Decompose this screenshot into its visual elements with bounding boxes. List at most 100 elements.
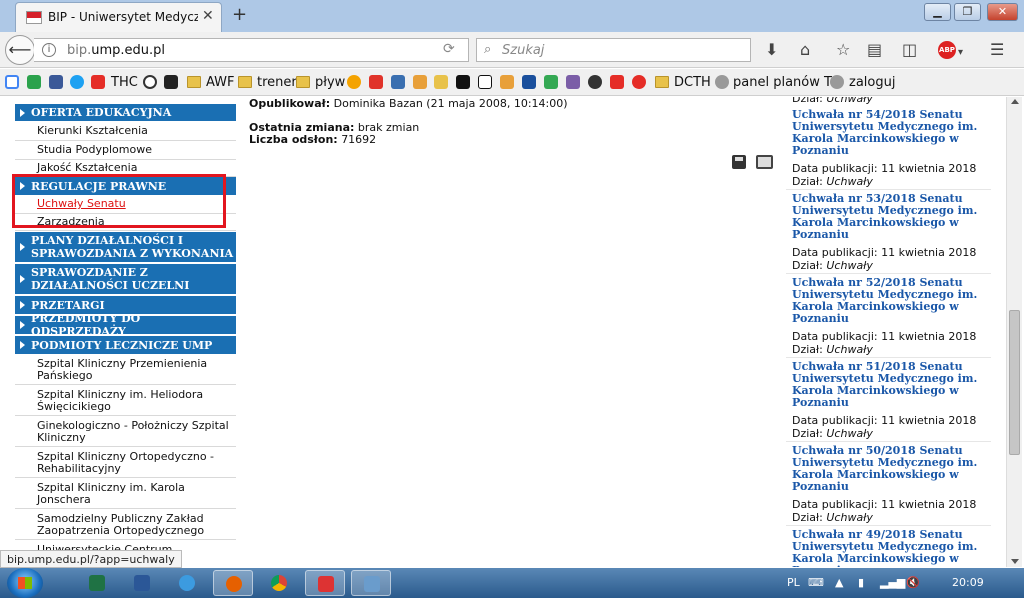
nav-item-zaopatrzenia[interactable]: Samodzielny Publiczny Zakład Zaopatrzeni…: [15, 510, 236, 540]
app-icon[interactable]: [391, 75, 405, 89]
nav-item-szpital-przemienienia[interactable]: Szpital Kliniczny Przemienienia Pańskieg…: [15, 355, 236, 385]
facebook-icon[interactable]: [49, 75, 63, 89]
menu-hamburger-icon[interactable]: ☰: [990, 41, 1004, 59]
google-icon[interactable]: [5, 75, 19, 89]
youtube-icon[interactable]: [610, 75, 624, 89]
nav-category-przedmioty[interactable]: PRZEDMIOTY DO ODSPRZEDAŻY: [15, 312, 236, 338]
reload-icon[interactable]: ⟳: [443, 41, 455, 57]
app-icon[interactable]: [588, 75, 602, 89]
home-icon[interactable]: ⌂: [800, 41, 810, 59]
bookmark-awf[interactable]: AWF: [206, 75, 235, 90]
close-window-button[interactable]: ✕: [987, 3, 1018, 21]
nav-item-szpital-swiecickiego[interactable]: Szpital Kliniczny im. Heliodora Święcici…: [15, 386, 236, 416]
language-indicator[interactable]: PL: [787, 576, 800, 589]
taskbar-word[interactable]: [122, 570, 162, 596]
app-icon[interactable]: [566, 75, 580, 89]
bookmark-thc[interactable]: THC: [111, 75, 138, 90]
nav-item-kierunki[interactable]: Kierunki Kształcenia: [15, 122, 236, 141]
taskbar-ie[interactable]: [167, 570, 207, 596]
battery-icon[interactable]: ▮: [858, 576, 864, 589]
download-icon[interactable]: ⬇: [765, 41, 778, 59]
orange-ball-icon[interactable]: [347, 75, 361, 89]
dept-value: Uchwały: [826, 511, 873, 524]
app-icon[interactable]: [413, 75, 427, 89]
nav-category-sprawozdanie[interactable]: SPRAWOZDANIE Z DZIAŁALNOŚCI UCZELNI: [15, 264, 236, 294]
chrome-icon: [271, 575, 287, 591]
show-hidden-icons-icon[interactable]: ▲: [835, 576, 843, 589]
page-scrollbar[interactable]: [1006, 97, 1022, 567]
nav-item-ortopedyczno[interactable]: Szpital Kliniczny Ortopedyczno - Rehabil…: [15, 448, 236, 478]
site-info-icon[interactable]: i: [42, 43, 56, 57]
nav-item-ginekologiczno[interactable]: Ginekologiczno - Położniczy Szpital Klin…: [15, 417, 236, 447]
app-icon[interactable]: [500, 75, 514, 89]
search-bar[interactable]: ⌕ Szukaj: [476, 38, 751, 62]
resolution-link[interactable]: Uchwała nr 53/2018 Senatu Uniwersytetu M…: [792, 193, 987, 241]
adblock-dropdown-icon[interactable]: ▾: [958, 44, 963, 62]
resolution-date: Data publikacji: 11 kwietnia 2018: [792, 162, 977, 175]
app-icon[interactable]: [522, 75, 536, 89]
scroll-up-arrow-icon[interactable]: [1011, 99, 1019, 104]
app-icon[interactable]: [478, 75, 492, 89]
tab-close-icon[interactable]: ✕: [202, 8, 214, 24]
reading-list-icon[interactable]: ▤: [867, 41, 882, 59]
resolution-link[interactable]: Uchwała nr 54/2018 Senatu Uniwersytetu M…: [792, 109, 987, 157]
bookmark-zaloguj[interactable]: zaloguj: [849, 75, 895, 90]
nav-category-plany[interactable]: PLANY DZIAŁALNOŚCI I SPRAWOZDANIA Z WYKO…: [15, 232, 236, 262]
resolution-link[interactable]: Uchwała nr 49/2018 Senatu Uniwersytetu M…: [792, 529, 987, 568]
taskbar-excel[interactable]: [77, 570, 117, 596]
start-button[interactable]: [7, 568, 43, 598]
bookmark-plyw[interactable]: pływ: [315, 75, 345, 90]
app-icon[interactable]: [434, 75, 448, 89]
taskbar-chrome[interactable]: [259, 570, 299, 596]
resolution-date: Data publikacji: 11 kwietnia 2018: [792, 414, 977, 427]
new-tab-icon[interactable]: +: [232, 4, 247, 25]
back-arrow-icon[interactable]: ⟵: [5, 35, 35, 65]
scroll-thumb[interactable]: [1009, 310, 1020, 455]
dots-icon[interactable]: [369, 75, 383, 89]
save-icon[interactable]: [732, 155, 746, 169]
scroll-down-arrow-icon[interactable]: [1011, 559, 1019, 564]
dept-value: Uchwały: [826, 427, 873, 440]
maps-icon[interactable]: [544, 75, 558, 89]
drive-icon[interactable]: [27, 75, 41, 89]
app-icon[interactable]: [632, 75, 646, 89]
volume-muted-icon[interactable]: 🔇: [906, 576, 920, 589]
bookmark-trener[interactable]: trener: [257, 75, 297, 90]
dept-label: Dział:: [792, 511, 823, 524]
network-icon[interactable]: ▂▄▆: [880, 576, 905, 589]
search-icon: ⌕: [484, 42, 492, 57]
taskbar: PL ⌨ ▲ ▮ ▂▄▆ 🔇 20:09: [0, 568, 1024, 598]
bookmark-panel[interactable]: panel planów TO: [733, 75, 842, 90]
star-bookmark-icon[interactable]: ☆: [836, 41, 850, 59]
browser-tab[interactable]: BIP - Uniwersytet Medyczn... ✕: [15, 2, 222, 32]
resolution-link[interactable]: Uchwała nr 52/2018 Senatu Uniwersytetu M…: [792, 277, 987, 325]
resolution-link[interactable]: Uchwała nr 51/2018 Senatu Uniwersytetu M…: [792, 361, 987, 409]
app-icon[interactable]: [456, 75, 470, 89]
nav-category-podmioty[interactable]: PODMIOTY LECZNICZE UMP: [15, 336, 236, 354]
twitter-icon[interactable]: [70, 75, 84, 89]
nav-category-oferta[interactable]: OFERTA EDUKACYJNA: [15, 104, 236, 121]
url-bar[interactable]: i bip.ump.edu.pl ⟳: [34, 38, 469, 62]
restore-button[interactable]: ❐: [954, 3, 981, 21]
url-prefix: bip.: [67, 43, 92, 58]
taskbar-pdf-reader[interactable]: [305, 570, 345, 596]
taskbar-window[interactable]: [351, 570, 391, 596]
taskbar-firefox[interactable]: [213, 570, 253, 596]
minimize-button[interactable]: ▁: [924, 3, 951, 21]
keyboard-icon[interactable]: ⌨: [808, 576, 824, 589]
bookmark-dcth[interactable]: DCTH: [674, 75, 711, 90]
pocket-icon[interactable]: ◫: [902, 41, 917, 59]
youtube-icon[interactable]: [91, 75, 105, 89]
resolution-link[interactable]: Uchwała nr 50/2018 Senatu Uniwersytetu M…: [792, 445, 987, 493]
print-icon[interactable]: [756, 155, 773, 169]
bookmarks-bar: THC AWF trener pływ DCTH panel planów TO…: [0, 69, 1024, 96]
nav-item-jonschera[interactable]: Szpital Kliniczny im. Karola Jonschera: [15, 479, 236, 509]
highlight-annotation: [12, 174, 226, 228]
app-icon[interactable]: [164, 75, 178, 89]
dept-label: Dział:: [792, 97, 823, 105]
adblock-icon[interactable]: ABP: [938, 41, 956, 59]
nav-item-studia[interactable]: Studia Podyplomowe: [15, 141, 236, 160]
folder-icon: [238, 76, 252, 88]
clock-icon[interactable]: [143, 75, 157, 89]
clock[interactable]: 20:09: [952, 576, 984, 589]
